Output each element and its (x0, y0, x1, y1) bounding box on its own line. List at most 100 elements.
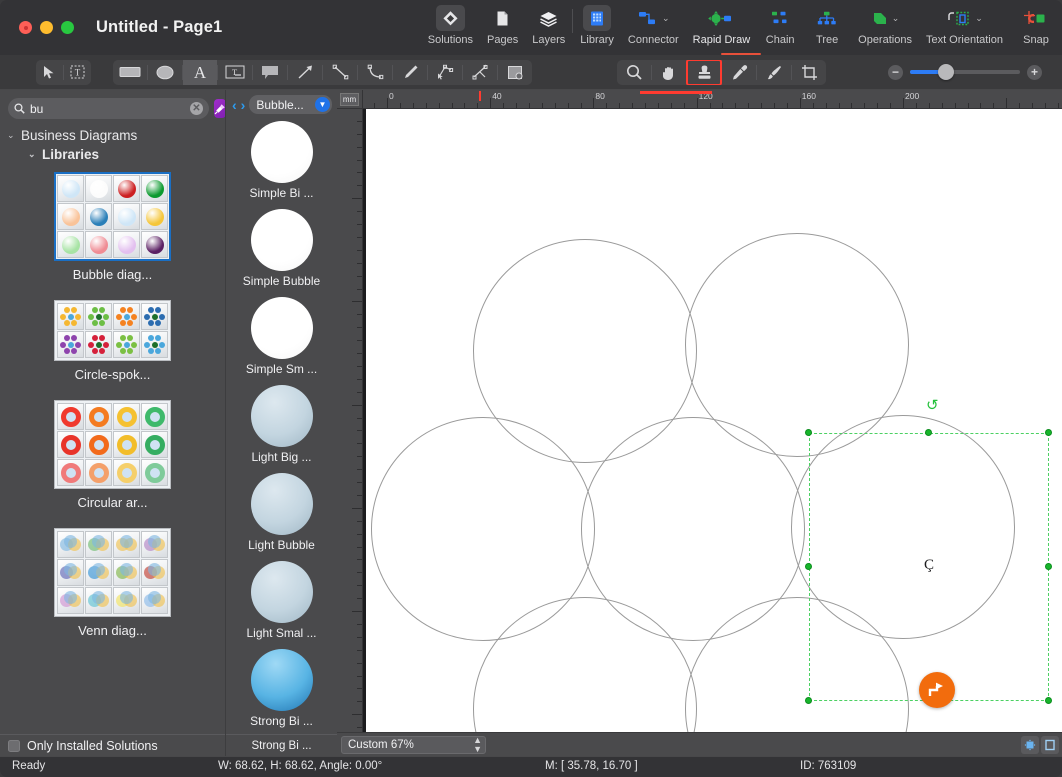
stepper-icon[interactable]: ▲ ▼ (473, 735, 482, 754)
library-item[interactable]: Venn diag... (0, 528, 225, 638)
image-icon[interactable] (498, 60, 532, 85)
close-button[interactable] (19, 21, 32, 34)
shape-item[interactable]: Light Bubble (226, 473, 337, 552)
toolbar-item-chain[interactable]: Chain (757, 5, 803, 46)
chevron-down-icon[interactable]: ⌄ (7, 130, 16, 141)
toolbar-item-text-orientation[interactable]: ⌄ Text Orientation (919, 5, 1010, 46)
hand-icon[interactable] (652, 60, 686, 85)
selection-handle[interactable] (1045, 697, 1052, 704)
tree-node-libraries[interactable]: ⌄ Libraries (0, 145, 225, 164)
spoke-swatch (115, 334, 138, 356)
chevron-left-icon[interactable]: ‹ (232, 98, 237, 112)
zoom-slider-track[interactable] (910, 64, 1020, 80)
fit-page-icon[interactable] (1021, 735, 1039, 754)
crop-icon[interactable] (792, 60, 826, 85)
ruler-tick (1032, 103, 1033, 108)
library-item[interactable]: Circle-spok... (0, 300, 225, 382)
selection-handle[interactable] (805, 563, 812, 570)
stamp-icon[interactable] (686, 59, 722, 85)
zoom-icon[interactable] (617, 60, 651, 85)
library-list[interactable]: Bubble diag... Circle-spok... Circular ar.… (0, 164, 225, 734)
chevron-down-icon[interactable]: ⌄ (28, 149, 37, 160)
ellipse-icon[interactable] (148, 60, 182, 85)
pen-icon[interactable] (393, 60, 427, 85)
zoom-out-button[interactable]: − (888, 64, 903, 80)
toolbar-item-tree[interactable]: Tree (803, 5, 851, 46)
selection-handle[interactable] (925, 429, 932, 436)
text-icon[interactable]: A (183, 59, 217, 85)
cut-path-icon[interactable] (463, 60, 497, 85)
only-installed-checkbox[interactable] (8, 739, 20, 752)
only-installed-row[interactable]: Only Installed Solutions (0, 734, 225, 756)
ruler-tick (357, 417, 362, 419)
toolbar-item-layers[interactable]: Layers (525, 5, 572, 46)
line-icon[interactable] (323, 60, 357, 85)
maximize-button[interactable] (61, 21, 74, 34)
ruler-tick (357, 391, 362, 393)
library-item[interactable]: Circular ar... (0, 400, 225, 510)
pages-icon (488, 5, 517, 31)
ruler-tick (374, 103, 376, 108)
search-box[interactable]: ✕ (8, 98, 209, 119)
toolbar-item-operations[interactable]: ⌄ Operations (851, 5, 919, 46)
ruler-tick (357, 636, 362, 638)
eyedropper-icon[interactable] (722, 60, 756, 85)
rotate-handle-icon[interactable]: ↺ (926, 398, 939, 413)
tree-node-business-diagrams[interactable]: ⌄ Business Diagrams (0, 126, 225, 145)
chevron-down-icon[interactable]: ▼ (315, 97, 330, 112)
toolbar-item-solutions[interactable]: Solutions (421, 5, 480, 46)
toolbar-item-rapid-draw[interactable]: Rapid Draw (686, 5, 762, 55)
ruler-tick (357, 572, 362, 574)
text-select-icon[interactable]: T (64, 60, 91, 85)
horizontal-ruler[interactable]: 0 40 80 120 160 200 (363, 90, 1062, 109)
fit-width-icon[interactable] (1041, 735, 1059, 754)
pointer-icon[interactable] (36, 60, 63, 85)
chevron-right-icon[interactable]: › (241, 98, 246, 112)
curve-icon[interactable] (358, 60, 392, 85)
shape-item[interactable]: Light Smal ... (226, 561, 337, 640)
chevron-down-icon[interactable]: ⌄ (892, 13, 900, 23)
chevron-down-icon[interactable]: ⌄ (662, 13, 670, 23)
library-selector[interactable]: Bubble... ▼ (249, 95, 332, 114)
ruler-tick (357, 314, 362, 316)
shape-list[interactable]: Simple Bi ... Simple Bubble Simple Sm ... L… (226, 118, 337, 734)
arrow-icon[interactable] (288, 60, 322, 85)
ruler-unit-box[interactable]: mm (337, 90, 363, 109)
toolbar-item-library[interactable]: Library (573, 5, 621, 46)
vertical-ruler[interactable]: 40 80 120 160 200 (337, 109, 363, 732)
tools-toolbar: T A T − + (0, 55, 1062, 90)
zoom-in-button[interactable]: + (1027, 64, 1042, 80)
shape-item[interactable]: Strong Bi ... (226, 649, 337, 728)
selection-handle[interactable] (1045, 563, 1052, 570)
clear-icon[interactable]: ✕ (190, 102, 203, 115)
shape-item[interactable]: Simple Sm ... (226, 297, 337, 376)
selection-handle[interactable] (1045, 429, 1052, 436)
ruler-tick (799, 98, 801, 108)
text-block-icon[interactable]: T (218, 60, 252, 85)
zoom-slider-knob[interactable] (938, 64, 954, 80)
rectangle-icon[interactable] (113, 60, 147, 85)
brush-icon[interactable] (757, 60, 791, 85)
shape-preview (250, 561, 313, 623)
toolbar-item-connector[interactable]: ⌄ Connector (621, 5, 686, 46)
selection-handle[interactable] (805, 697, 812, 704)
minimize-button[interactable] (40, 21, 53, 34)
shape-item[interactable]: Simple Bubble (226, 209, 337, 288)
library-item[interactable]: Bubble diag... (0, 172, 225, 282)
edit-node-icon[interactable] (428, 60, 462, 85)
spoke-swatch (143, 334, 166, 356)
callout-icon[interactable] (253, 60, 287, 85)
selection-handle[interactable] (805, 429, 812, 436)
tree-icon (810, 5, 844, 31)
ruler-label: 200 (905, 91, 920, 101)
toolbar-item-snap[interactable]: Snap (1010, 5, 1062, 46)
toolbar-item-pages[interactable]: Pages (480, 5, 525, 46)
chevron-down-icon[interactable]: ⌄ (975, 13, 983, 23)
rapid-draw-action-button[interactable] (919, 672, 955, 708)
shape-item[interactable]: Simple Bi ... (226, 121, 337, 200)
search-input[interactable] (30, 101, 185, 116)
venn-swatch (87, 534, 110, 555)
drawing-canvas[interactable]: ↺ Ç (363, 109, 1062, 732)
zoom-level-select[interactable]: Custom 67% ▲ ▼ (341, 735, 486, 754)
shape-item[interactable]: Light Big ... (226, 385, 337, 464)
